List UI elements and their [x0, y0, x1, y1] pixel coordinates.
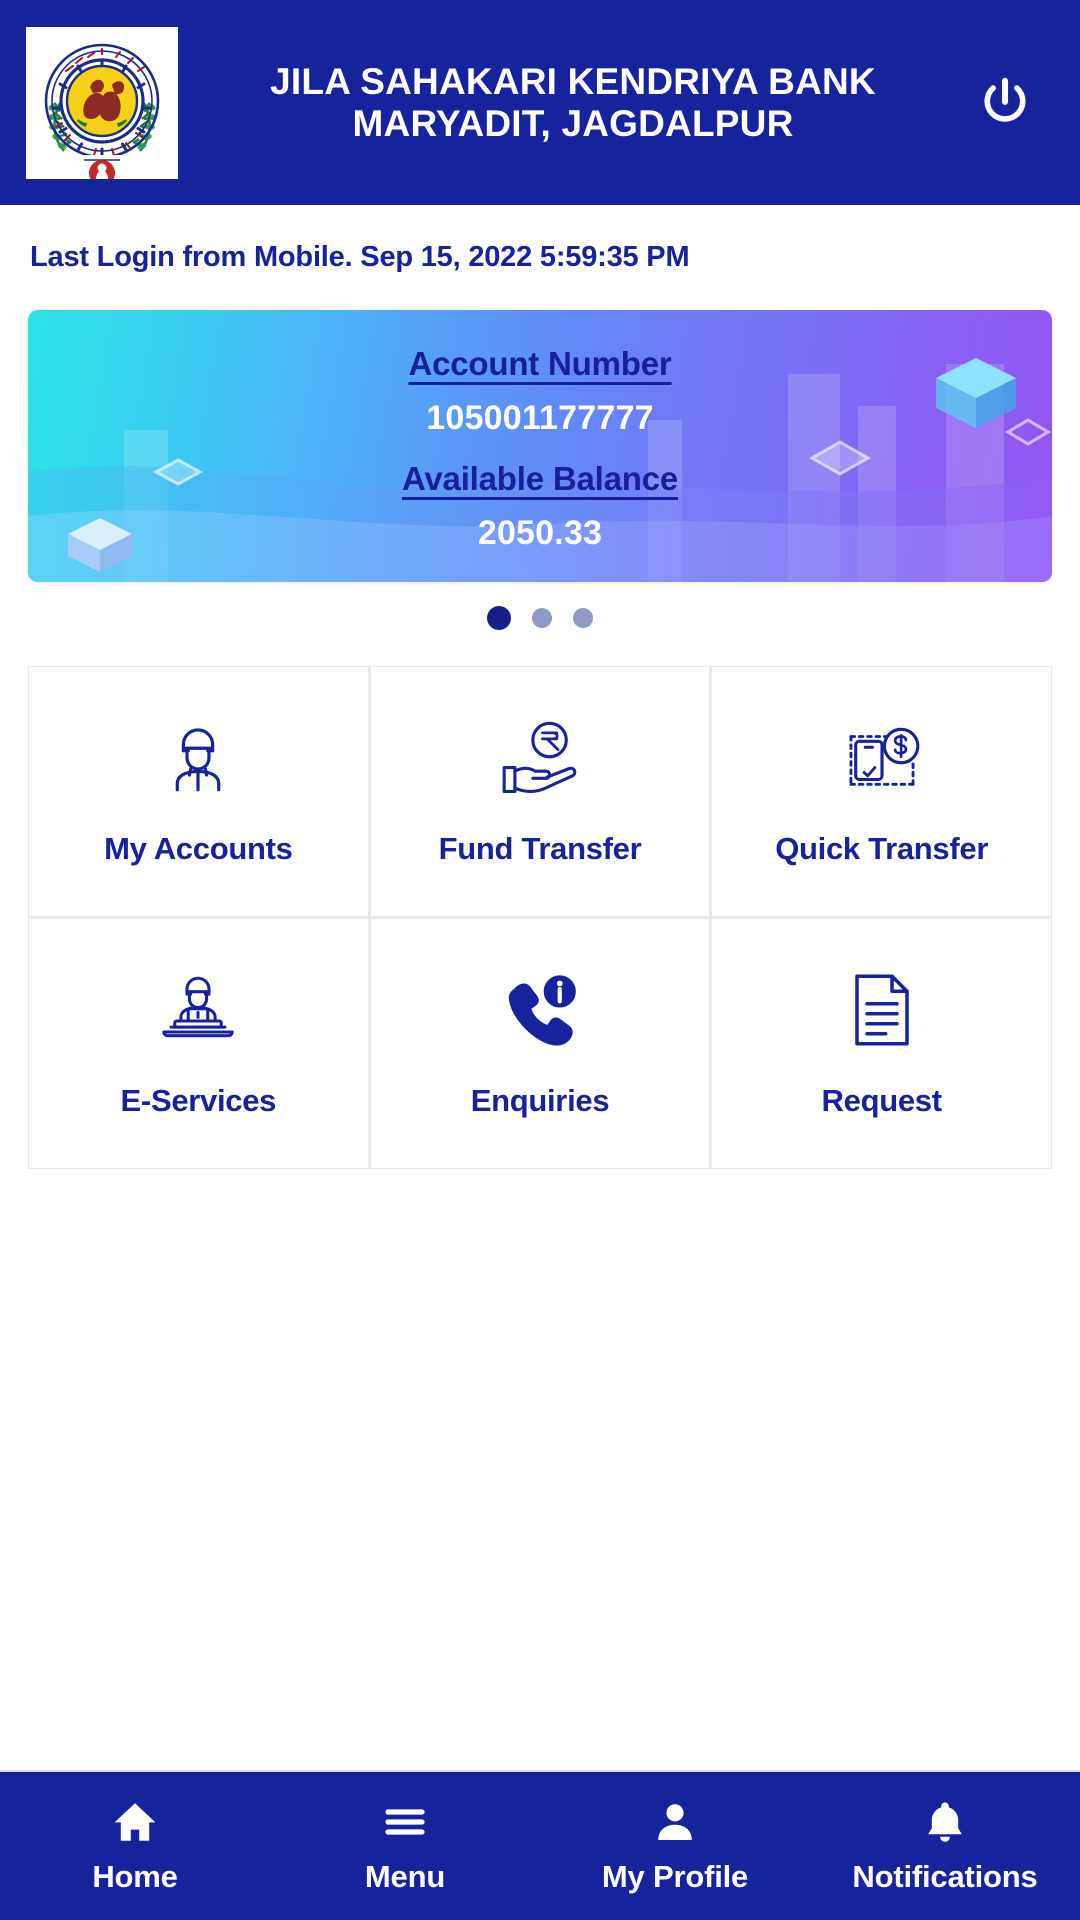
carousel-dot-1[interactable] — [487, 606, 511, 630]
nav-item-menu[interactable]: Menu — [270, 1797, 540, 1895]
app-root: JILA SAHAKARI KENDRIYA BANK MARYADIT, JA… — [0, 0, 1080, 1920]
app-header: JILA SAHAKARI KENDRIYA BANK MARYADIT, JA… — [0, 0, 1080, 205]
user-account-icon — [159, 715, 237, 801]
carousel-dot-2[interactable] — [532, 608, 552, 628]
tile-quick-transfer[interactable]: Quick Transfer — [712, 667, 1051, 916]
tile-e-services[interactable]: E-Services — [29, 919, 368, 1168]
app-title: JILA SAHAKARI KENDRIYA BANK MARYADIT, JA… — [178, 61, 968, 145]
power-icon — [984, 77, 1026, 122]
tile-enquiries[interactable]: Enquiries — [370, 919, 710, 1168]
person-laptop-icon — [154, 967, 242, 1053]
tile-label: Enquiries — [470, 1083, 610, 1118]
last-login-text: Last Login from Mobile. Sep 15, 2022 5:5… — [30, 241, 690, 273]
quick-actions-section: My Accounts Fund Transfer Quick Transfer… — [28, 666, 1052, 1169]
nav-label: My Profile — [601, 1859, 749, 1894]
account-card-carousel[interactable]: Account Number 105001177777 Available Ba… — [28, 310, 1052, 582]
tile-label: Request — [821, 1083, 943, 1118]
document-icon — [844, 967, 920, 1053]
account-card[interactable]: Account Number 105001177777 Available Ba… — [28, 310, 1052, 582]
app-title-line-1: JILA SAHAKARI KENDRIYA BANK — [270, 60, 876, 102]
hamburger-menu-icon — [381, 1797, 429, 1847]
quick-actions-grid: My Accounts Fund Transfer Quick Transfer… — [28, 666, 1052, 1169]
bank-emblem-icon — [26, 26, 178, 179]
app-title-line-2: MARYADIT, JAGDALPUR — [352, 102, 794, 144]
carousel-dots[interactable] — [0, 606, 1080, 630]
bottom-navigation: Home Menu My Profile Notifications — [0, 1770, 1080, 1920]
tile-label: My Accounts — [104, 831, 293, 866]
nav-item-my-profile[interactable]: My Profile — [540, 1797, 810, 1895]
tile-my-accounts[interactable]: My Accounts — [29, 667, 368, 916]
nav-label: Home — [92, 1859, 178, 1894]
person-icon — [651, 1797, 699, 1847]
bell-icon — [921, 1797, 969, 1847]
home-icon — [111, 1797, 159, 1847]
tile-request[interactable]: Request — [712, 919, 1051, 1168]
account-number-label: Account Number — [408, 345, 672, 382]
available-balance-value: 2050.33 — [477, 514, 603, 552]
nav-label: Notifications — [852, 1859, 1038, 1894]
bank-logo — [26, 26, 178, 179]
nav-label: Menu — [364, 1859, 446, 1894]
tile-label: Quick Transfer — [775, 831, 989, 866]
account-card-content: Account Number 105001177777 Available Ba… — [28, 310, 1052, 582]
tile-fund-transfer[interactable]: Fund Transfer — [370, 667, 710, 916]
hand-rupee-coin-icon — [497, 715, 583, 801]
tile-label: Fund Transfer — [438, 831, 642, 866]
nav-item-notifications[interactable]: Notifications — [810, 1797, 1080, 1895]
mobile-dollar-icon — [839, 715, 925, 801]
carousel-dot-3[interactable] — [573, 608, 593, 628]
nav-item-home[interactable]: Home — [0, 1797, 270, 1895]
logout-power-button[interactable] — [968, 66, 1042, 140]
phone-info-icon — [498, 967, 582, 1053]
available-balance-label: Available Balance — [401, 460, 679, 497]
account-number-value: 105001177777 — [426, 399, 654, 437]
tile-label: E-Services — [120, 1083, 277, 1118]
